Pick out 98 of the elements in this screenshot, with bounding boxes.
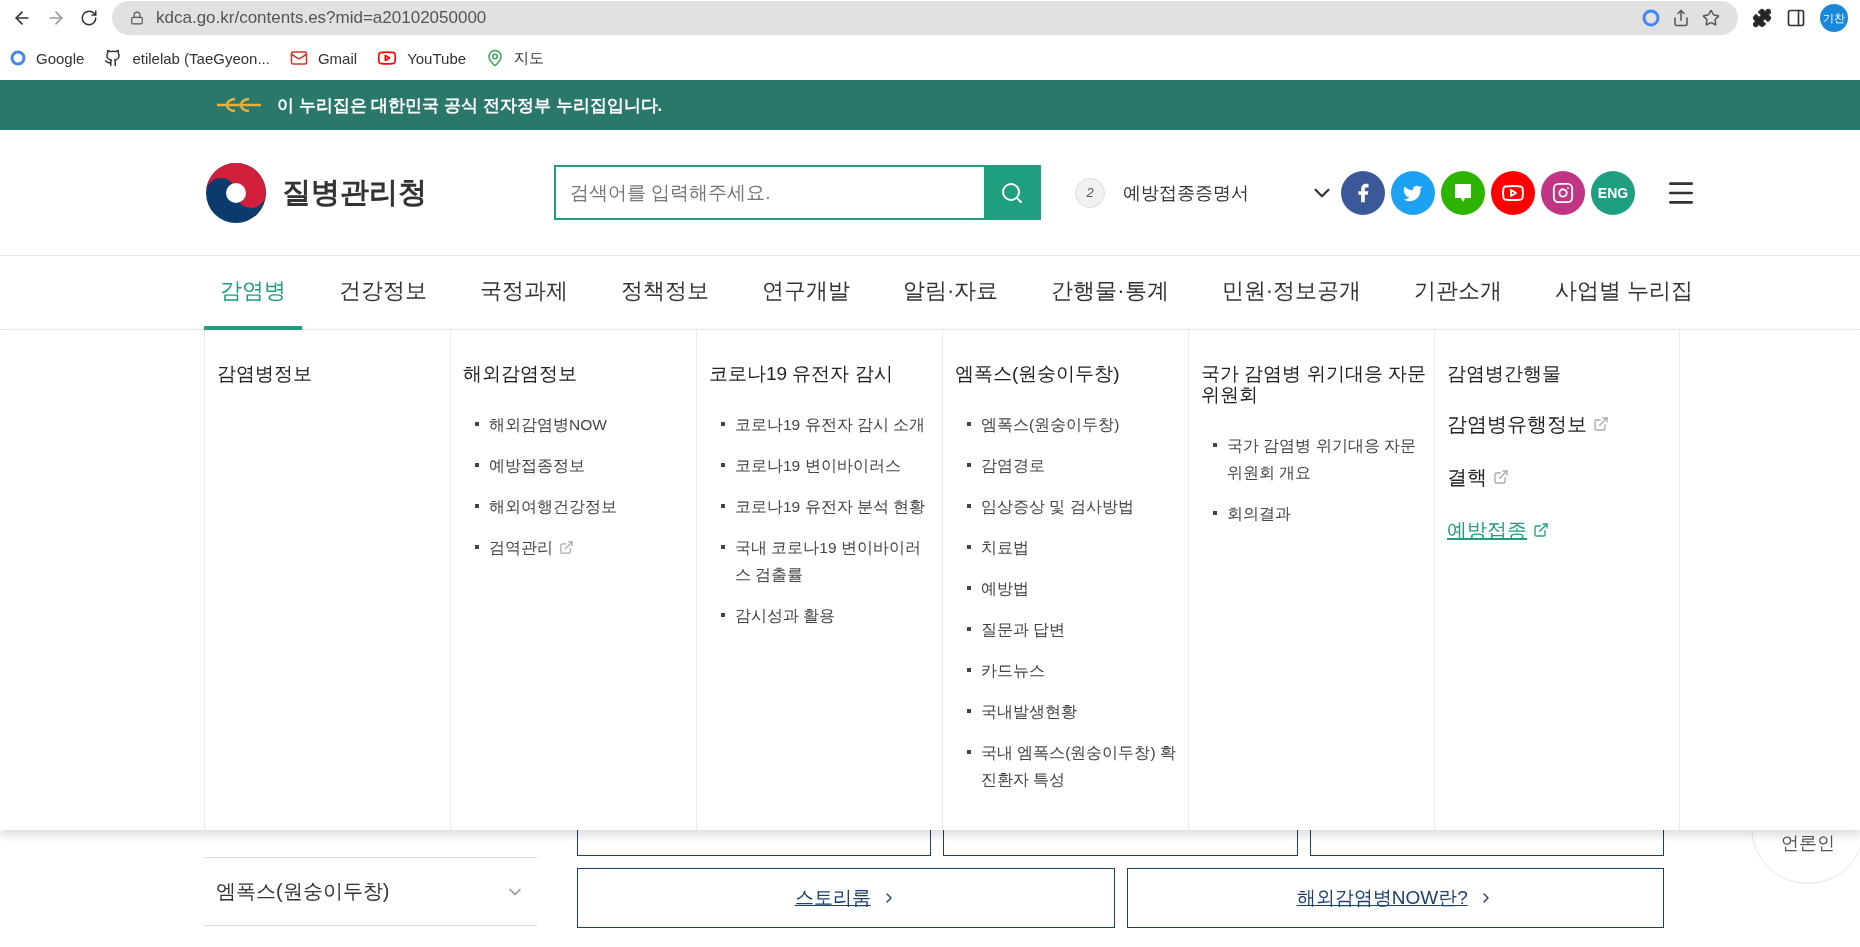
external-link-icon <box>1593 416 1609 433</box>
bullet-icon <box>721 462 725 467</box>
nav-tab[interactable]: 기관소개 <box>1398 256 1518 330</box>
bullet-icon <box>967 626 971 631</box>
bullet-icon <box>1213 510 1217 515</box>
nav-tab[interactable]: 간행물·통계 <box>1035 256 1185 330</box>
nav-tab[interactable]: 사업별 누리집 <box>1539 256 1710 330</box>
bullet-icon <box>721 612 725 617</box>
link-button[interactable]: 스토리룸 <box>577 868 1115 928</box>
menu-link[interactable]: 카드뉴스 <box>981 656 1045 684</box>
menu-heading[interactable]: 감염병간행물 <box>1447 364 1673 385</box>
menu-heading[interactable]: 감염병정보 <box>217 364 444 385</box>
menu-link[interactable]: 코로나19 변이바이러스 <box>735 451 901 479</box>
trending-keyword[interactable]: 예방접종증명서 <box>1123 180 1291 205</box>
url-text: kdca.go.kr/contents.es?mid=a20102050000 <box>156 8 487 28</box>
menu-link[interactable]: 감염병유행정보 <box>1447 410 1673 438</box>
sidebar-item[interactable]: 엠폭스(원숭이두창) <box>204 858 537 926</box>
menu-heading[interactable]: 코로나19 유전자 감시 <box>709 364 936 385</box>
bookmark[interactable]: Google <box>10 49 85 67</box>
bullet-icon <box>967 749 971 754</box>
menu-heading[interactable]: 국가 감염병 위기대응 자문위원회 <box>1201 364 1428 406</box>
share-icon[interactable] <box>1672 9 1690 27</box>
blog-button[interactable] <box>1441 170 1485 215</box>
emblem-icon <box>215 95 263 115</box>
menu-link[interactable]: 감염경로 <box>981 451 1045 479</box>
menu-link[interactable]: 코로나19 유전자 분석 현황 <box>735 492 926 520</box>
bullet-icon <box>721 503 725 508</box>
bullet-icon <box>967 585 971 590</box>
play-icon <box>377 48 398 68</box>
blog-icon <box>1453 181 1473 204</box>
external-link-icon <box>559 539 574 555</box>
menu-heading[interactable]: 해외감염정보 <box>463 364 690 385</box>
reload-button[interactable] <box>80 9 98 27</box>
bullet-icon <box>967 544 971 549</box>
external-link-icon <box>1533 522 1549 539</box>
puzzle-icon[interactable] <box>1752 8 1772 28</box>
menu-link[interactable]: 임상증상 및 검사방법 <box>981 492 1134 520</box>
menu-link[interactable]: 해외여행건강정보 <box>489 492 617 520</box>
rank-number: 2 <box>1075 177 1105 208</box>
menu-link[interactable]: 국내발생현황 <box>981 697 1077 725</box>
menu-link[interactable]: 국내 코로나19 변이바이러스 검출률 <box>735 533 936 588</box>
menu-link[interactable]: 회의결과 <box>1227 499 1291 527</box>
bullet-icon <box>1213 442 1217 447</box>
menu-link[interactable]: 치료법 <box>981 533 1029 561</box>
bullet-icon <box>475 462 479 467</box>
nav-tab[interactable]: 건강정보 <box>323 256 443 330</box>
nav-tab[interactable]: 정책정보 <box>605 256 725 330</box>
menu-link[interactable]: 질문과 답변 <box>981 615 1066 643</box>
facebook-button[interactable] <box>1341 170 1385 215</box>
search-icon <box>999 180 1024 205</box>
menu-link[interactable]: 코로나19 유전자 감시 소개 <box>735 410 926 438</box>
external-link-icon <box>1493 469 1509 486</box>
logo[interactable]: 질병관리청 <box>204 160 554 225</box>
bullet-icon <box>967 421 971 426</box>
menu-heading[interactable]: 엠폭스(원숭이두창) <box>955 364 1182 385</box>
mail-icon <box>289 49 308 67</box>
address-bar[interactable]: kdca.go.kr/contents.es?mid=a20102050000 <box>112 1 1738 35</box>
star-icon[interactable] <box>1702 9 1720 27</box>
side-panel-icon[interactable] <box>1786 8 1806 28</box>
youtube-button[interactable] <box>1491 170 1535 215</box>
menu-link[interactable]: 결핵 <box>1447 463 1673 491</box>
twitter-button[interactable] <box>1391 170 1435 215</box>
taegeuk-icon <box>204 160 268 225</box>
bookmark[interactable]: 지도 <box>486 48 545 68</box>
menu-link[interactable]: 예방법 <box>981 574 1029 602</box>
bullet-icon <box>475 421 479 426</box>
nav-tab[interactable]: 국정과제 <box>464 256 584 330</box>
menu-link[interactable]: 엠폭스(원숭이두창) <box>981 410 1120 438</box>
search-button[interactable] <box>984 167 1039 218</box>
bookmark[interactable]: YouTube <box>377 48 467 68</box>
menu-link[interactable]: 감시성과 활용 <box>735 601 836 629</box>
menu-link[interactable]: 검역관리 <box>489 533 574 561</box>
github-icon <box>104 49 123 67</box>
nav-tab[interactable]: 알림·자료 <box>887 256 1015 330</box>
bullet-icon <box>967 667 971 672</box>
bullet-icon <box>721 544 725 549</box>
menu-link[interactable]: 국내 엠폭스(원숭이두창) 확진환자 특성 <box>981 738 1182 793</box>
search-field[interactable]: 검색어를 입력해주세요. <box>554 165 1041 220</box>
menu-link[interactable]: 국가 감염병 위기대응 자문위원회 개요 <box>1227 431 1428 486</box>
bullet-icon <box>475 503 479 508</box>
banner-text: 이 누리집은 대한민국 공식 전자정부 누리집입니다. <box>277 94 663 117</box>
link-button[interactable]: 해외감염병NOW란? <box>1126 868 1664 928</box>
menu-link[interactable]: 예방접종정보 <box>489 451 585 479</box>
nav-tab[interactable]: 민원·정보공개 <box>1205 256 1377 330</box>
profile-avatar[interactable]: 기찬 <box>1820 4 1848 32</box>
bullet-icon <box>721 421 725 426</box>
bullet-icon <box>967 462 971 467</box>
bullet-icon <box>475 544 479 549</box>
bookmark[interactable]: etilelab (TaeGyeon... <box>104 49 270 67</box>
nav-tab[interactable]: 연구개발 <box>746 256 866 330</box>
instagram-button[interactable] <box>1541 170 1585 215</box>
bullet-icon <box>967 503 971 508</box>
bookmark[interactable]: Gmail <box>289 49 358 67</box>
lock-icon <box>130 11 144 25</box>
menu-link[interactable]: 해외감염병NOW <box>489 410 607 438</box>
instagram-icon <box>1552 181 1574 204</box>
map-pin-icon <box>486 49 505 67</box>
bullet-icon <box>967 708 971 713</box>
